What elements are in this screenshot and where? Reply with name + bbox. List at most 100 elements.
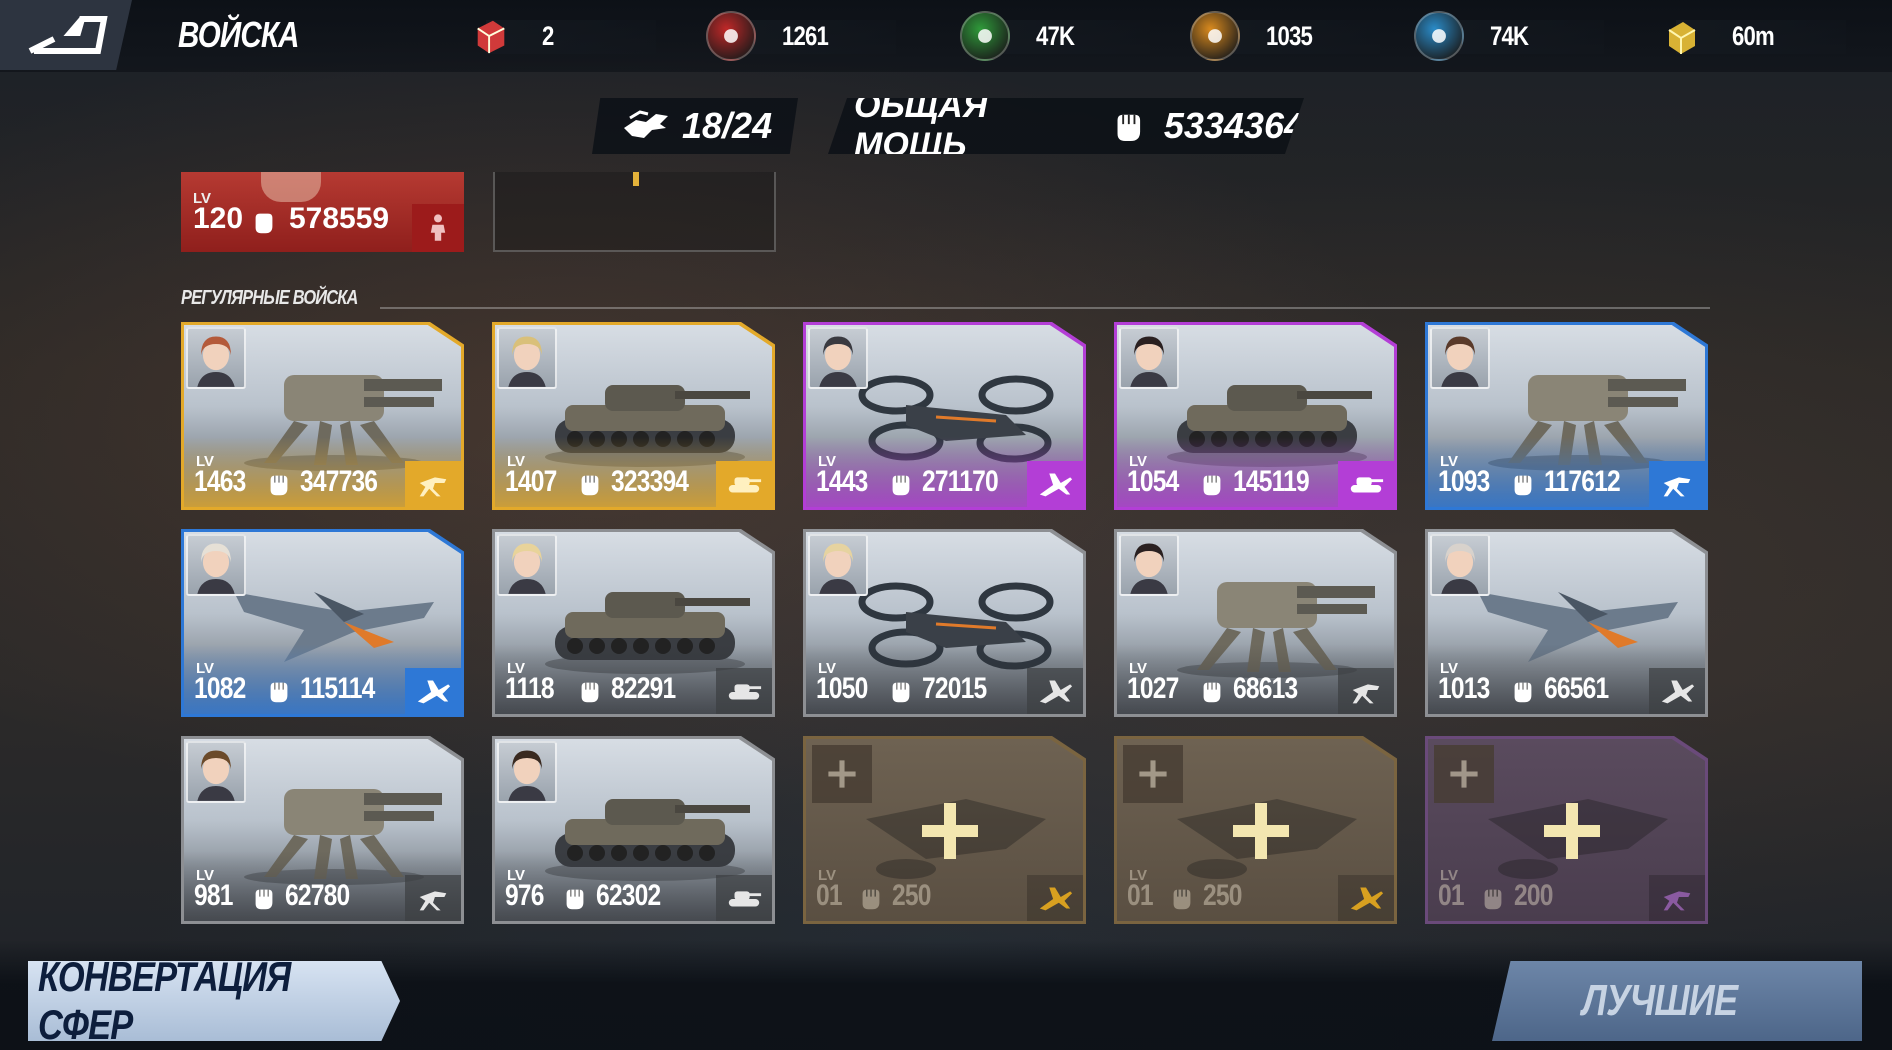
card-inner: LV 976 62302	[495, 739, 772, 921]
hero-portrait	[1119, 327, 1179, 389]
empty-unit-slot[interactable]: LV 01 200	[1425, 736, 1708, 924]
unit-power: 62302	[596, 879, 661, 912]
unit-card[interactable]: LV 1407 323394	[492, 322, 775, 510]
hero-portrait	[186, 534, 246, 596]
hero-avatar	[1441, 336, 1479, 387]
red-book-icon	[466, 11, 516, 61]
hero-portrait-partial	[261, 172, 321, 202]
unit-level: 976	[505, 879, 544, 912]
resource-counter[interactable]: 74K	[1414, 8, 1604, 64]
unit-power: 66561	[1544, 672, 1609, 705]
resource-value: 1035	[1266, 20, 1313, 51]
unit-card[interactable]: LV 1082 115114	[181, 529, 464, 717]
plane-icon	[1039, 887, 1073, 911]
fist-icon	[255, 889, 273, 910]
convert-spheres-button[interactable]: КОНВЕРТАЦИЯ СФЕР	[28, 961, 400, 1041]
red-soldier-icon	[706, 11, 756, 61]
total-power-panel: ОБЩАЯ МОЩЬ 5334364	[828, 98, 1304, 154]
unit-type-badge	[1338, 668, 1394, 714]
hero-avatar	[819, 336, 857, 387]
unit-level: 01	[816, 879, 843, 912]
card-inner: LV 1054 145119	[1117, 325, 1394, 507]
fist-icon	[1173, 889, 1191, 910]
unit-card[interactable]: LV 1093 117612	[1425, 322, 1708, 510]
unit-card[interactable]: LV 1443 271170	[803, 322, 1086, 510]
hero-avatar	[508, 750, 546, 801]
resource-counter[interactable]: 2	[466, 8, 656, 64]
special-unit-card[interactable]: LV 120 578559	[181, 172, 464, 252]
unit-type-badge	[1649, 875, 1705, 921]
hero-avatar	[197, 750, 235, 801]
resource-counter[interactable]: 47K	[960, 8, 1150, 64]
hero-portrait	[1119, 534, 1179, 596]
unit-type-badge	[1027, 875, 1083, 921]
tank-icon	[1350, 477, 1384, 493]
hero-avatar	[819, 543, 857, 594]
hero-portrait	[186, 741, 246, 803]
card-inner: LV 1443 271170	[806, 325, 1083, 507]
unit-card[interactable]: LV 1050 72015	[803, 529, 1086, 717]
unit-type-badge	[1338, 461, 1394, 507]
unit-card[interactable]: LV 976 62302	[492, 736, 775, 924]
tank-icon	[728, 684, 762, 700]
unit-power: 250	[892, 879, 931, 912]
unit-level: 1463	[194, 465, 246, 498]
unit-level: 1118	[505, 672, 555, 705]
hero-avatar	[508, 336, 546, 387]
plane-icon	[417, 680, 451, 704]
add-hero-slot	[1123, 745, 1183, 803]
unit-type-badge	[1027, 668, 1083, 714]
plus-icon	[1450, 760, 1478, 788]
empty-unit-slot[interactable]: LV 01 250	[803, 736, 1086, 924]
hero-avatar	[1130, 336, 1168, 387]
infantry-icon	[430, 214, 446, 241]
add-unit-plus-icon	[1544, 803, 1600, 859]
unit-type-badge	[405, 668, 461, 714]
unit-card[interactable]: LV 1463 347736	[181, 322, 464, 510]
unit-power: 115114	[300, 672, 375, 705]
back-button[interactable]	[0, 0, 132, 70]
unit-card[interactable]: LV 1118 82291	[492, 529, 775, 717]
empty-unit-slot[interactable]: LV 01 250	[1114, 736, 1397, 924]
unit-card[interactable]: LV 1027 68613	[1114, 529, 1397, 717]
unit-card[interactable]: LV 1054 145119	[1114, 322, 1397, 510]
plus-icon	[1139, 760, 1167, 788]
fist-icon	[1203, 475, 1221, 496]
add-unit-plus-icon	[1233, 803, 1289, 859]
unit-power: 145119	[1233, 465, 1310, 498]
unit-type-badge	[716, 668, 772, 714]
plane-icon	[1039, 680, 1073, 704]
plus-icon	[828, 760, 856, 788]
resource-value: 2	[542, 20, 554, 51]
unit-power: 117612	[1544, 465, 1621, 498]
unit-card[interactable]: LV 981 62780	[181, 736, 464, 924]
resource-counter[interactable]: 1261	[706, 8, 896, 64]
unit-type-badge	[405, 875, 461, 921]
card-inner: LV 01 250	[1117, 739, 1394, 921]
fist-icon	[1117, 114, 1141, 142]
tank-icon	[728, 891, 762, 907]
fist-icon	[862, 889, 880, 910]
fist-icon	[892, 475, 910, 496]
unit-level: 1027	[1127, 672, 1179, 705]
resource-counter[interactable]: 60m	[1656, 8, 1846, 64]
unit-card[interactable]: LV 1013 66561	[1425, 529, 1708, 717]
hero-portrait	[808, 327, 868, 389]
unit-power: 250	[1203, 879, 1242, 912]
unit-type-badge	[405, 461, 461, 507]
tank-icon	[728, 477, 762, 493]
card-inner: LV 1027 68613	[1117, 532, 1394, 714]
unit-power: 323394	[611, 465, 689, 498]
card-inner: LV 1463 347736	[184, 325, 461, 507]
resource-value: 60m	[1732, 20, 1775, 51]
best-button[interactable]: ЛУЧШИЕ	[1492, 961, 1862, 1041]
empty-special-slot[interactable]	[493, 172, 776, 252]
unit-level: 1082	[194, 672, 246, 705]
hero-portrait	[497, 741, 557, 803]
resource-value: 1261	[782, 20, 829, 51]
hero-portrait	[497, 534, 557, 596]
card-inner: LV 01 200	[1428, 739, 1705, 921]
fist-icon	[270, 682, 288, 703]
mech-icon	[1663, 477, 1691, 497]
resource-counter[interactable]: 1035	[1190, 8, 1380, 64]
